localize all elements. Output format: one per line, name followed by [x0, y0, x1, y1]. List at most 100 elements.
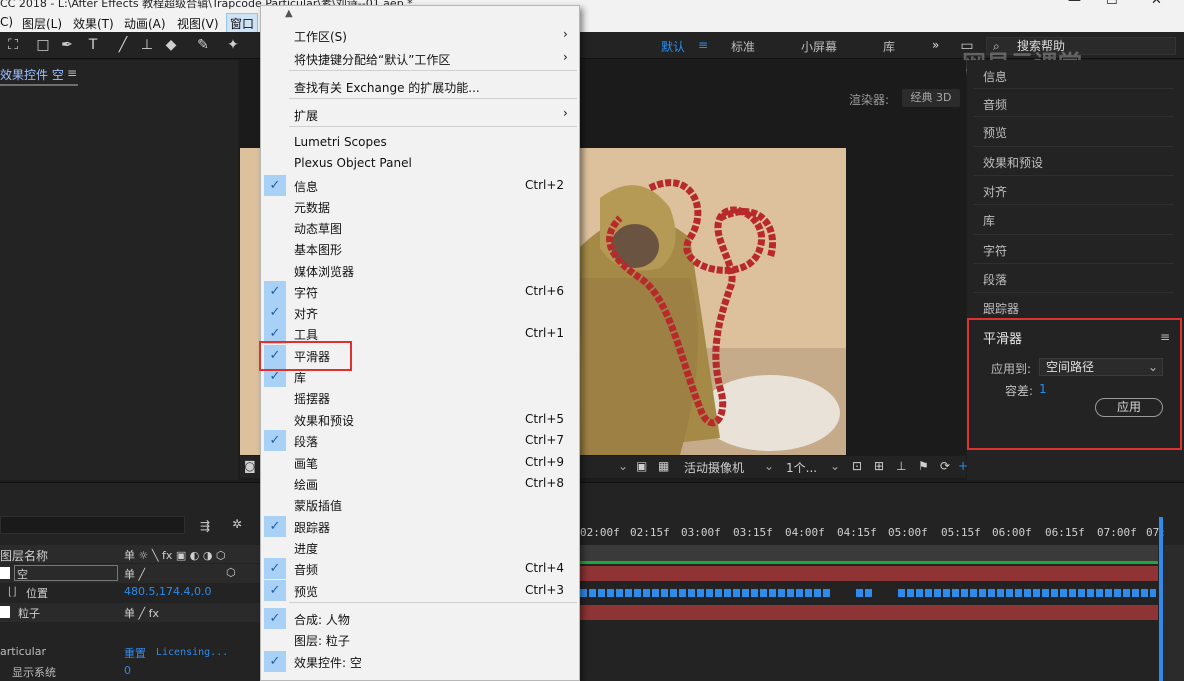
- flowchart-icon[interactable]: ⊥: [896, 459, 906, 473]
- apply-button[interactable]: 应用: [1095, 398, 1163, 417]
- menu-item[interactable]: 摇摆器: [261, 387, 579, 408]
- layer-switches[interactable]: 单 ╱ fx: [124, 605, 159, 621]
- panel-tracker[interactable]: 跟踪器: [983, 300, 1019, 317]
- panel-menu-icon[interactable]: ≡: [67, 66, 77, 80]
- close-button[interactable]: ✕: [1151, 0, 1162, 7]
- timeline-search-input[interactable]: [0, 516, 185, 534]
- pan-behind-tool-icon[interactable]: ⛶: [4, 36, 22, 54]
- menu-layer[interactable]: 图层(L): [22, 15, 62, 32]
- workspace-default[interactable]: 默认: [661, 38, 685, 55]
- menu-composition[interactable]: C): [0, 15, 13, 29]
- resolution-chevron-icon[interactable]: ⌄: [618, 459, 628, 473]
- menu-item[interactable]: 图层: 粒子: [261, 629, 579, 650]
- roto-brush-tool-icon[interactable]: ✎: [194, 36, 212, 54]
- menu-item[interactable]: 动态草图: [261, 217, 579, 238]
- timeline-icon[interactable]: ⊞: [874, 459, 884, 473]
- 3d-layer-icon[interactable]: ⬡: [226, 566, 236, 579]
- draft-3d-icon[interactable]: ✲: [232, 517, 242, 531]
- pen-tool-icon[interactable]: ✒: [58, 36, 76, 54]
- minimize-button[interactable]: —: [1068, 0, 1081, 7]
- menu-item[interactable]: 元数据: [261, 196, 579, 217]
- effect-controls-tab[interactable]: 效果控件 空: [0, 66, 64, 83]
- licensing-link[interactable]: Licensing...: [156, 647, 228, 658]
- smoother-menu-icon[interactable]: ≡: [1160, 330, 1170, 344]
- menu-item[interactable]: ✓ 跟踪器: [261, 516, 579, 537]
- panel-align[interactable]: 对齐: [983, 183, 1007, 200]
- keyframes-track[interactable]: [898, 589, 1156, 597]
- fast-preview-icon[interactable]: ⊡: [852, 459, 862, 473]
- camera-chevron-icon[interactable]: ⌄: [764, 459, 774, 473]
- menu-item[interactable]: 进度: [261, 537, 579, 558]
- graph-icon[interactable]: ⌊⌋: [8, 585, 17, 598]
- menu-item[interactable]: Plexus Object Panel: [261, 153, 579, 174]
- timeline-scrollbar[interactable]: [1164, 545, 1184, 681]
- region-icon[interactable]: ▣: [636, 459, 647, 473]
- layer-name-header[interactable]: 图层名称: [0, 547, 48, 564]
- menu-item[interactable]: 查找有关 Exchange 的扩展功能...: [261, 76, 579, 97]
- clone-stamp-tool-icon[interactable]: ⊥: [138, 36, 156, 54]
- menu-item[interactable]: ✓ 段落 Ctrl+7: [261, 430, 579, 451]
- playhead[interactable]: [1159, 517, 1163, 681]
- menu-view[interactable]: 视图(V): [177, 15, 219, 32]
- layer-name-null[interactable]: 空: [14, 565, 118, 581]
- position-value[interactable]: 480.5,174.4,0.0: [124, 585, 211, 598]
- rectangle-tool-icon[interactable]: □: [34, 36, 52, 54]
- keyframes-track[interactable]: [856, 589, 874, 597]
- menu-item[interactable]: ✓ 对齐: [261, 302, 579, 323]
- reset-exposure-icon[interactable]: ⟳: [940, 459, 950, 473]
- panel-info[interactable]: 信息: [983, 68, 1007, 85]
- exposure-icon[interactable]: ⚑: [918, 459, 929, 473]
- camera-select[interactable]: 活动摄像机: [684, 459, 744, 476]
- panel-libraries[interactable]: 库: [983, 212, 995, 229]
- workspace-standard[interactable]: 标准: [731, 38, 755, 55]
- puppet-pin-tool-icon[interactable]: ✦: [224, 36, 242, 54]
- effect-sub-value[interactable]: 0: [124, 664, 131, 677]
- scroll-up-icon[interactable]: ▲: [285, 8, 293, 19]
- panel-audio[interactable]: 音频: [983, 96, 1007, 113]
- eraser-tool-icon[interactable]: ◆: [162, 36, 180, 54]
- apply-to-select[interactable]: 空间路径 ⌄: [1039, 358, 1163, 376]
- panel-character[interactable]: 字符: [983, 242, 1007, 259]
- menu-item[interactable]: ✓ 效果控件: 空: [261, 651, 579, 672]
- composition-flowchart-icon[interactable]: ⇶: [200, 519, 210, 533]
- menu-item[interactable]: 画笔 Ctrl+9: [261, 452, 579, 473]
- menu-animation[interactable]: 动画(A): [124, 15, 166, 32]
- menu-item[interactable]: 将快捷键分配给“默认”工作区 ›: [261, 48, 579, 69]
- text-tool-icon[interactable]: T: [84, 36, 102, 54]
- menu-window[interactable]: 窗口: [226, 13, 259, 34]
- snapshot-icon[interactable]: ◙: [244, 459, 256, 473]
- panel-preview[interactable]: 预览: [983, 124, 1007, 141]
- transparency-grid-icon[interactable]: ▦: [658, 459, 669, 473]
- layer-bar-particles[interactable]: [580, 605, 1158, 620]
- workspace-more-icon[interactable]: »: [932, 38, 939, 52]
- panel-paragraph[interactable]: 段落: [983, 271, 1007, 288]
- layer-name-particles[interactable]: 粒子: [18, 605, 40, 621]
- menu-effect[interactable]: 效果(T): [73, 15, 114, 32]
- menu-item[interactable]: Lumetri Scopes: [261, 132, 579, 153]
- menu-item[interactable]: ✓ 合成: 人物: [261, 608, 579, 629]
- menu-item[interactable]: 基本图形: [261, 238, 579, 259]
- workspace-small-screen[interactable]: 小屏幕: [801, 38, 837, 55]
- menu-item[interactable]: 工作区(S) ›: [261, 25, 579, 46]
- tolerance-value[interactable]: 1: [1039, 382, 1047, 396]
- workspace-menu-icon[interactable]: ≡: [698, 38, 708, 52]
- menu-item[interactable]: ✓ 预览 Ctrl+3: [261, 580, 579, 601]
- menu-item[interactable]: 媒体浏览器: [261, 260, 579, 281]
- menu-item[interactable]: 扩展 ›: [261, 104, 579, 125]
- views-chevron-icon[interactable]: ⌄: [830, 459, 840, 473]
- views-select[interactable]: 1个...: [786, 459, 817, 476]
- effect-reset-link[interactable]: 重置: [124, 645, 146, 661]
- keyframes-track[interactable]: [580, 589, 830, 597]
- layer-switches[interactable]: 单 ╱: [124, 566, 145, 582]
- menu-item[interactable]: 蒙版插值: [261, 494, 579, 515]
- menu-item[interactable]: 效果和预设 Ctrl+5: [261, 409, 579, 430]
- brush-tool-icon[interactable]: ╱: [114, 36, 132, 54]
- time-ruler[interactable]: 02:00f 02:15f 03:00f 03:15f 04:00f 04:15…: [580, 523, 1166, 545]
- layer-bar-null[interactable]: [580, 566, 1158, 581]
- menu-item[interactable]: ✓ 音频 Ctrl+4: [261, 558, 579, 579]
- menu-item[interactable]: ✓ 信息 Ctrl+2: [261, 175, 579, 196]
- renderer-value[interactable]: 经典 3D: [902, 89, 960, 107]
- workspace-libraries[interactable]: 库: [883, 38, 895, 55]
- menu-item[interactable]: ✓ 字符 Ctrl+6: [261, 281, 579, 302]
- panel-effects-presets[interactable]: 效果和预设: [983, 154, 1043, 171]
